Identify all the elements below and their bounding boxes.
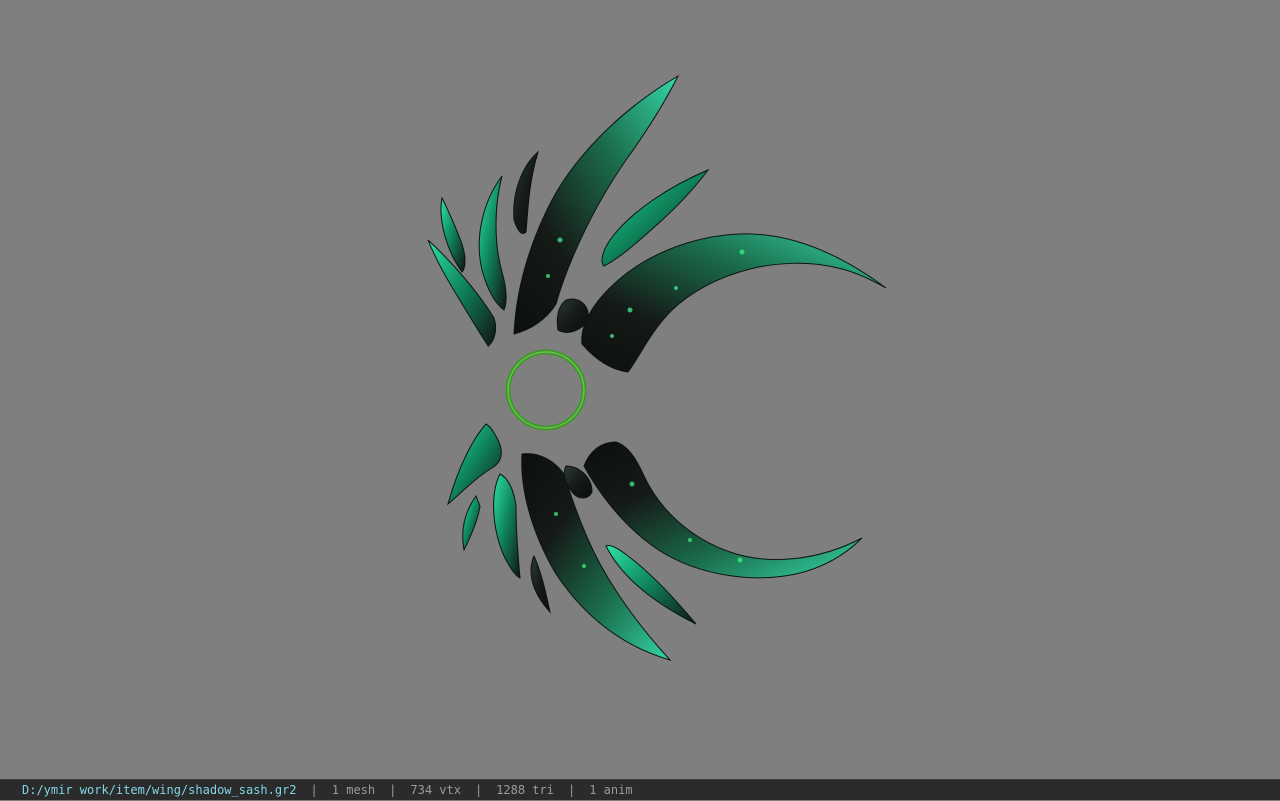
lower-wing-group [447, 423, 863, 661]
upper-great-blade [581, 233, 887, 373]
lower-feather-4 [530, 554, 551, 614]
lower-feather-1 [447, 423, 502, 506]
upper-wing-group [427, 74, 887, 373]
status-separator: | [389, 782, 397, 797]
wing-model-render[interactable] [0, 0, 1280, 779]
lower-feather-2 [462, 494, 481, 552]
status-vertex-count: 734 vtx [410, 782, 461, 797]
status-triangle-count: 1288 tri [496, 782, 554, 797]
status-bar: D:/ymir work/item/wing/shadow_sash.gr2 |… [0, 779, 1280, 800]
status-anim-count: 1 anim [589, 782, 633, 797]
status-separator: | [474, 782, 483, 797]
status-separator: | [567, 782, 576, 797]
3d-viewport[interactable] [0, 0, 1280, 779]
status-file-path: D:/ymir work/item/wing/shadow_sash.gr2 [22, 782, 297, 797]
upper-feather-4 [513, 150, 539, 234]
status-separator: | [310, 782, 318, 797]
upper-feather-3 [478, 175, 507, 311]
lower-feather-3 [493, 473, 521, 579]
center-ring-highlight [507, 351, 585, 429]
status-mesh-count: 1 mesh [331, 782, 376, 797]
